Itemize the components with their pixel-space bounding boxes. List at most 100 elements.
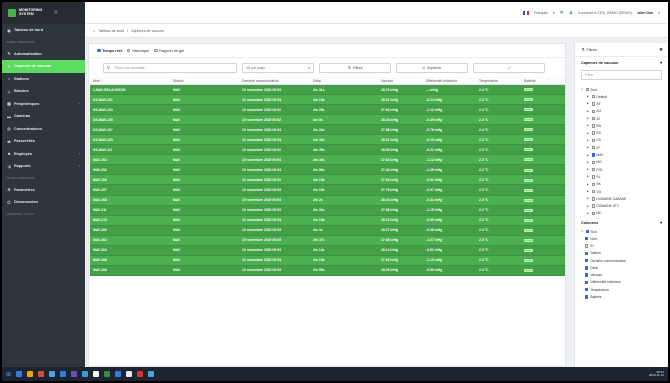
table-row[interactable]: MAV-306 MAV 10 novembre 2020 09:53 2m 15s 27… xyxy=(90,255,565,266)
expand-triangle-icon[interactable]: ▶ xyxy=(587,205,590,208)
expand-triangle-icon[interactable]: ▶ xyxy=(587,117,590,120)
page-size-select[interactable]: 25 par page ▾ xyxy=(242,62,314,73)
expand-triangle-icon[interactable]: ▶ xyxy=(587,139,590,142)
taskbar-app-icon[interactable] xyxy=(49,371,56,377)
checkbox[interactable] xyxy=(585,244,589,248)
checkbox[interactable] xyxy=(591,116,595,121)
filters-button[interactable]: ⚗ Filtres xyxy=(319,62,391,73)
checkbox[interactable] xyxy=(591,167,595,172)
sidebar-item-concentrateurs[interactable]: ◎ Concentrateurs xyxy=(2,123,85,136)
sidebar-item-tableau-de-bord[interactable]: ◉ Tableau de bord xyxy=(2,24,85,37)
column-toggle-item[interactable]: Batterie xyxy=(575,293,668,300)
table-row[interactable]: DS-MAV-103 MAV 10 novembre 2020 09:52 2m 28… xyxy=(90,104,565,116)
search-input[interactable]: Filtrer vos résultats... xyxy=(114,66,147,70)
table-row[interactable]: MAV-300 MAV 10 novembre 2020 09:53 4m 3s 28.… xyxy=(90,225,565,236)
logo[interactable]: MONITORING SYSTEM ≡ xyxy=(2,2,85,24)
checkbox[interactable] xyxy=(591,160,595,165)
taskbar-app-icon[interactable] xyxy=(71,371,78,377)
sensor-filter-item[interactable]: ▶ BN xyxy=(575,122,668,129)
expand-triangle-icon[interactable]: ▶ xyxy=(587,161,590,164)
sidebar-item-bassins[interactable]: ⊥ Bassins xyxy=(2,85,85,98)
column-header[interactable]: Batterie xyxy=(521,77,565,85)
sensor-filter-item[interactable]: ▶ SK xyxy=(575,181,668,188)
column-toggle-item[interactable]: Nom xyxy=(575,235,668,242)
taskbar-app-icon[interactable] xyxy=(126,371,133,377)
sensor-filter-item[interactable]: ▶ RL xyxy=(575,173,668,180)
expand-triangle-icon[interactable]: ▶ xyxy=(587,146,590,149)
checkbox[interactable] xyxy=(591,146,595,150)
sensor-filter-item[interactable]: ▶ MG xyxy=(575,159,668,166)
checkbox[interactable] xyxy=(591,204,595,208)
checkbox[interactable] xyxy=(591,175,595,179)
sensor-filter-item[interactable]: ▶ MC xyxy=(575,210,668,217)
language-selector[interactable]: Français xyxy=(534,11,548,15)
sensor-filter-input[interactable]: Filtrer xyxy=(581,70,662,80)
checkbox[interactable] xyxy=(591,131,595,135)
table-row[interactable]: DS-MAV-111 MAV 10 novembre 2020 09:52 4m 45… xyxy=(90,144,565,156)
expand-triangle-icon[interactable]: ▶ xyxy=(587,212,590,215)
checkbox[interactable] xyxy=(591,211,595,216)
sidebar-item-cam-ras[interactable]: ▬ Caméras xyxy=(2,110,85,123)
table-row[interactable]: MAV-207 MAV 10 novembre 2020 09:53 4m 15s 27… xyxy=(90,184,565,196)
taskbar-app-icon[interactable] xyxy=(115,371,122,377)
column-header[interactable]: Station xyxy=(170,77,239,85)
expand-triangle-icon[interactable]: ▶ xyxy=(587,154,590,157)
columns-tree-root[interactable]: ▼ Tout xyxy=(575,228,668,235)
table-row[interactable]: MAV-302 MAV 10 novembre 2020 09:53 2m 37s 27… xyxy=(90,235,565,246)
mode-radio-historique[interactable]: Historique xyxy=(126,48,149,53)
sensor-filter-item[interactable]: ▶ AF xyxy=(575,100,668,107)
checkbox[interactable] xyxy=(585,273,589,277)
sensor-filter-item[interactable]: ▶ CS xyxy=(575,137,668,144)
checkbox[interactable] xyxy=(591,124,595,128)
collapse-triangle-icon[interactable]: ▼ xyxy=(581,88,584,91)
user-menu[interactable]: John Doe xyxy=(637,11,653,15)
mode-radio-rapport-de-gel[interactable]: Rapport de gel xyxy=(154,49,184,53)
sidebar-item-employ-s[interactable]: ☻ Employés ‹ xyxy=(2,148,85,161)
column-header[interactable]: Dernière communication xyxy=(239,77,310,85)
settings-gear-icon[interactable]: ✲ xyxy=(560,10,564,16)
column-toggle-item[interactable]: ID xyxy=(575,242,668,249)
expand-triangle-icon[interactable]: ▶ xyxy=(587,110,590,113)
taskbar-app-icon[interactable] xyxy=(104,371,111,377)
table-row[interactable]: DS-MAV-109 MAV 10 novembre 2020 09:53 2m 45… xyxy=(90,134,565,146)
expand-triangle-icon[interactable]: ▶ xyxy=(587,95,590,98)
table-row[interactable]: MAV-213 MAV 10 novembre 2020 09:53 2m 18s 28… xyxy=(90,215,565,226)
expand-triangle-icon[interactable]: ▶ xyxy=(587,190,590,193)
print-button[interactable]: ⎙ Imprimer xyxy=(396,62,468,73)
column-toggle-item[interactable]: Station xyxy=(575,250,668,257)
sidebar-item-param-tres[interactable]: ✲ Paramètres xyxy=(2,184,85,197)
breadcrumb-home[interactable]: Tableau de bord xyxy=(98,29,124,33)
checkbox[interactable] xyxy=(585,251,589,255)
hamburger-menu-icon[interactable]: ≡ xyxy=(54,10,58,16)
sidebar-item-stations[interactable]: ⌂ Stations xyxy=(2,73,85,86)
table-row[interactable]: MAV-208 MAV 10 novembre 2020 09:54 2m 2s 28.… xyxy=(90,195,565,206)
sensor-filter-item[interactable]: ▶ AT xyxy=(575,115,668,122)
user-chevron-icon[interactable]: ▾ xyxy=(658,11,660,15)
table-row[interactable]: MAV-205 MAV 10 novembre 2020 09:52 4m 15s 27… xyxy=(90,174,565,186)
sensor-tree-root[interactable]: ▼ Tout xyxy=(575,86,668,93)
search-box[interactable]: ⚲ Filtrer vos résultats... xyxy=(103,62,237,73)
table-row[interactable]: MAV-308 MAV 10 novembre 2020 09:54 2m 55s 28… xyxy=(90,265,565,276)
table-row[interactable]: DS-MAV-107 MAV 10 novembre 2020 09:54 2m 24… xyxy=(90,124,565,136)
expand-triangle-icon[interactable]: ▶ xyxy=(587,124,590,127)
expand-triangle-icon[interactable]: ▶ xyxy=(587,102,590,105)
checkbox[interactable] xyxy=(591,153,595,157)
table-row[interactable]: MAV-211 MAV 10 novembre 2020 09:53 2m 30s 27… xyxy=(90,205,565,216)
sidebar-item-capteurs-de-vaccum[interactable]: ✚ Capteurs de vaccum xyxy=(2,60,85,73)
sensor-filter-item[interactable]: ▶ Default xyxy=(575,93,668,100)
sensor-filter-item[interactable]: ▶ DOMAINE CABANE xyxy=(575,195,668,202)
sidebar-item-rapports[interactable]: ⇲ Rapports ‹ xyxy=(2,160,85,173)
column-header[interactable]: Nom ↑ xyxy=(90,77,170,85)
taskbar-app-icon[interactable] xyxy=(93,371,100,377)
sensor-filter-item[interactable]: ▶ AG xyxy=(575,108,668,115)
checkbox[interactable] xyxy=(585,87,589,92)
expand-triangle-icon[interactable]: ▶ xyxy=(587,183,590,186)
checkbox[interactable] xyxy=(585,266,589,270)
expand-triangle-icon[interactable]: ▶ xyxy=(587,168,590,171)
radio-dot[interactable] xyxy=(126,48,131,53)
sensor-filter-item[interactable]: ▶ MAV xyxy=(575,151,668,158)
mode-radio-temps-r-el[interactable]: Temps réel xyxy=(97,49,122,53)
taskbar-app-icon[interactable] xyxy=(60,371,67,377)
columns-section[interactable]: Colonnes ▾ xyxy=(575,217,668,228)
checkbox[interactable] xyxy=(585,295,589,299)
